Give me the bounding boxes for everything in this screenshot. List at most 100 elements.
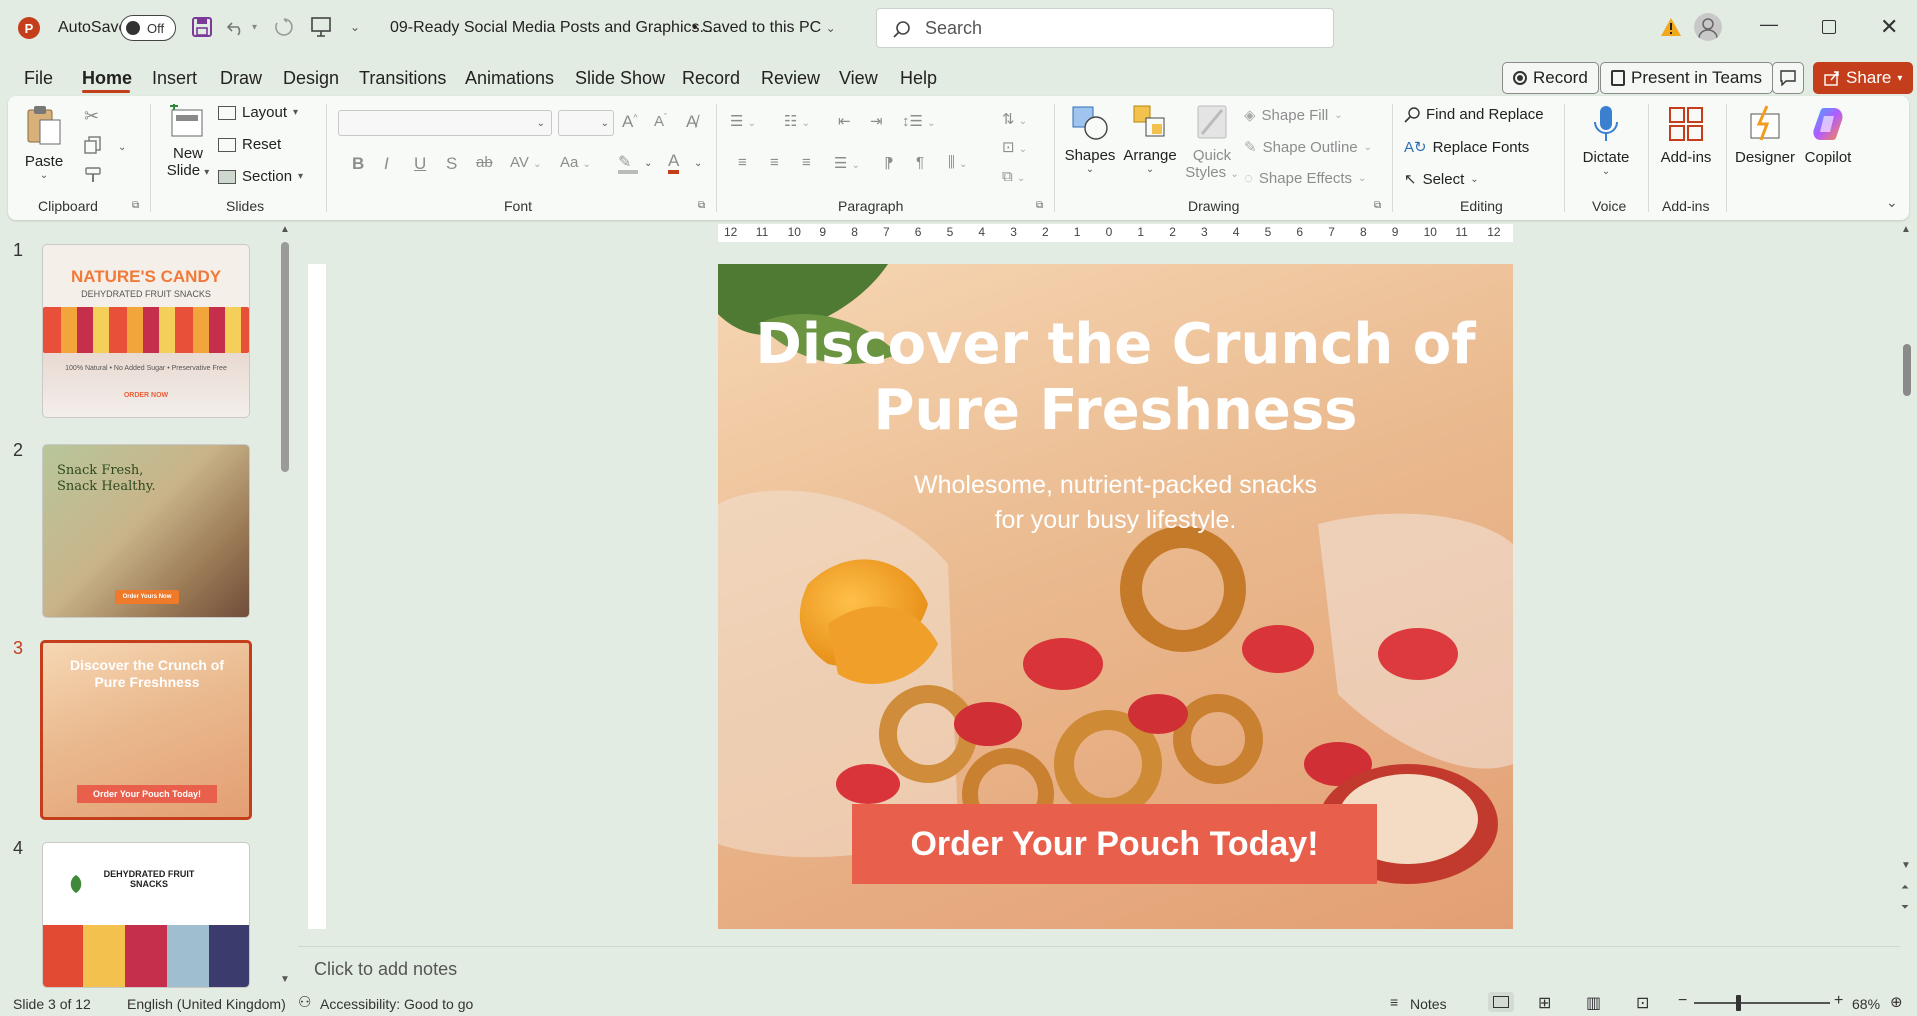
scroll-thumb[interactable] (1903, 344, 1911, 396)
tab-home[interactable]: Home (82, 68, 132, 89)
scroll-thumb[interactable] (281, 242, 289, 472)
copilot-button[interactable]: Copilot (1798, 104, 1858, 166)
select-button[interactable]: ↖ Select ⌄ (1404, 170, 1479, 189)
undo-dropdown-icon[interactable]: ▾ (252, 22, 257, 33)
columns-icon[interactable]: ⫼ ⌄ (948, 154, 967, 171)
close-icon[interactable]: ✕ (1880, 14, 1898, 40)
rtl-icon[interactable]: ¶ (916, 154, 924, 171)
tab-file[interactable]: File (24, 68, 53, 89)
zoom-slider-thumb[interactable] (1736, 995, 1741, 1011)
slide-thumbnail-3[interactable]: Discover the Crunch of Pure Freshness Or… (40, 640, 252, 820)
redo-icon[interactable] (274, 17, 294, 37)
change-case-icon[interactable]: Aa ⌄ (560, 154, 591, 171)
reading-view-icon[interactable]: ▥ (1586, 993, 1601, 1013)
slide-thumbnail-1[interactable]: NATURE'S CANDY DEHYDRATED FRUIT SNACKS 1… (42, 244, 250, 418)
zoom-in-icon[interactable]: + (1834, 992, 1843, 1010)
search-box[interactable]: Search (876, 8, 1334, 48)
record-button[interactable]: Record (1502, 62, 1599, 94)
comments-button[interactable] (1772, 62, 1804, 94)
increase-indent-icon[interactable]: ⇥ (870, 112, 883, 130)
scroll-down-icon[interactable]: ▼ (1901, 860, 1911, 871)
drawing-launcher-icon[interactable]: ⧉ (1374, 200, 1381, 211)
undo-icon[interactable] (226, 17, 246, 37)
decrease-font-size-icon[interactable]: Aˇ (654, 112, 667, 130)
tab-insert[interactable]: Insert (152, 68, 197, 89)
accessibility-status[interactable]: Accessibility: Good to go (320, 996, 473, 1012)
new-slide-button[interactable]: New Slide ▾ (160, 102, 216, 179)
character-spacing-icon[interactable]: AV ⌄ (510, 154, 541, 171)
scroll-down-icon[interactable]: ▼ (280, 974, 290, 985)
language-indicator[interactable]: English (United Kingdom) (127, 996, 286, 1012)
shapes-button[interactable]: Shapes ⌄ (1062, 104, 1118, 175)
dictate-button[interactable]: Dictate ⌄ (1578, 104, 1634, 177)
notes-pane[interactable]: Click to add notes (298, 946, 1900, 988)
shape-fill-button[interactable]: ◈ Shape Fill ⌄ (1244, 106, 1343, 125)
warning-icon[interactable] (1660, 17, 1682, 37)
zoom-level[interactable]: 68% (1852, 996, 1880, 1012)
save-status[interactable]: • Saved to this PC ⌄ (692, 19, 836, 37)
scroll-up-icon[interactable]: ▲ (1901, 224, 1911, 235)
find-and-replace-button[interactable]: Find and Replace (1404, 106, 1544, 123)
tab-draw[interactable]: Draw (220, 68, 262, 89)
bold-icon[interactable]: B (352, 154, 364, 174)
shape-outline-button[interactable]: ✎ Shape Outline ⌄ (1244, 138, 1372, 157)
next-slide-icon[interactable]: ⏷ (1901, 902, 1909, 913)
justify-icon[interactable]: ☰ ⌄ (834, 154, 860, 172)
fit-slide-icon[interactable]: ⊕ (1890, 993, 1903, 1011)
font-launcher-icon[interactable]: ⧉ (698, 200, 705, 211)
font-color-icon[interactable]: A (668, 152, 680, 174)
share-button[interactable]: Share ▾ (1813, 62, 1914, 94)
line-spacing-icon[interactable]: ↕☰ ⌄ (902, 112, 936, 130)
customize-quick-access-icon[interactable]: ⌄ (350, 20, 360, 34)
tab-help[interactable]: Help (900, 68, 937, 89)
slide-show-view-icon[interactable]: ⊡ (1636, 993, 1649, 1013)
present-in-teams-button[interactable]: Present in Teams (1600, 62, 1774, 94)
cut-icon[interactable]: ✂ (84, 106, 99, 127)
slide-canvas[interactable]: Discover the Crunch of Pure Freshness Wh… (718, 264, 1513, 929)
format-painter-icon[interactable] (84, 166, 104, 184)
present-from-start-icon[interactable] (310, 16, 332, 38)
smartart-icon[interactable]: ⧉ ⌄ (1002, 168, 1025, 185)
quick-styles-button[interactable]: Quick Styles ⌄ (1184, 104, 1240, 181)
clipboard-launcher-icon[interactable]: ⧉ (132, 200, 139, 211)
clear-formatting-icon[interactable]: A̸ (686, 112, 697, 132)
align-center-icon[interactable]: ≡ (770, 154, 779, 171)
decrease-indent-icon[interactable]: ⇤ (838, 112, 851, 130)
shadow-icon[interactable]: S (446, 154, 457, 174)
reset-button[interactable]: Reset (218, 136, 281, 153)
ltr-icon[interactable]: ⁋ (884, 154, 894, 172)
underline-icon[interactable]: U (414, 154, 426, 174)
slide-thumbnail-2[interactable]: Snack Fresh, Snack Healthy. Order Yours … (42, 444, 250, 618)
file-title[interactable]: 09-Ready Social Media Posts and Graphics… (390, 19, 717, 37)
restore-icon[interactable] (1822, 20, 1836, 34)
copy-dropdown-icon[interactable]: ⌄ (118, 142, 126, 153)
layout-button[interactable]: Layout ▾ (218, 104, 298, 121)
strikethrough-icon[interactable]: ab (476, 154, 493, 171)
tab-animations[interactable]: Animations (465, 68, 554, 89)
tab-design[interactable]: Design (283, 68, 339, 89)
cta-button-shape[interactable]: Order Your Pouch Today! (852, 804, 1377, 884)
tab-transitions[interactable]: Transitions (359, 68, 446, 89)
save-icon[interactable] (192, 17, 212, 37)
numbering-icon[interactable]: ☷ ⌄ (784, 112, 810, 130)
font-color-dropdown-icon[interactable]: ⌄ (694, 158, 702, 169)
paste-button[interactable]: Paste ⌄ (20, 104, 68, 181)
tab-view[interactable]: View (839, 68, 878, 89)
slide-sorter-icon[interactable]: ⊞ (1538, 993, 1551, 1013)
highlight-icon[interactable]: ✎ (618, 152, 638, 174)
increase-font-size-icon[interactable]: A^ (622, 112, 638, 132)
arrange-button[interactable]: Arrange ⌄ (1118, 104, 1182, 175)
account-avatar[interactable] (1694, 13, 1722, 41)
bullets-icon[interactable]: ☰ ⌄ (730, 112, 756, 130)
highlight-dropdown-icon[interactable]: ⌄ (644, 158, 652, 169)
align-text-icon[interactable]: ⊡ ⌄ (1002, 138, 1027, 156)
normal-view-icon[interactable] (1488, 992, 1514, 1012)
slide-thumbnail-4[interactable]: DEHYDRATED FRUIT SNACKS (42, 842, 250, 988)
zoom-out-icon[interactable]: − (1678, 992, 1687, 1010)
text-direction-icon[interactable]: ⇅ ⌄ (1002, 110, 1027, 128)
minimize-icon[interactable]: — (1760, 14, 1778, 35)
designer-button[interactable]: Designer (1730, 104, 1800, 166)
italic-icon[interactable]: I (384, 154, 389, 174)
add-ins-button[interactable]: Add-ins (1656, 104, 1716, 166)
align-right-icon[interactable]: ≡ (802, 154, 811, 171)
